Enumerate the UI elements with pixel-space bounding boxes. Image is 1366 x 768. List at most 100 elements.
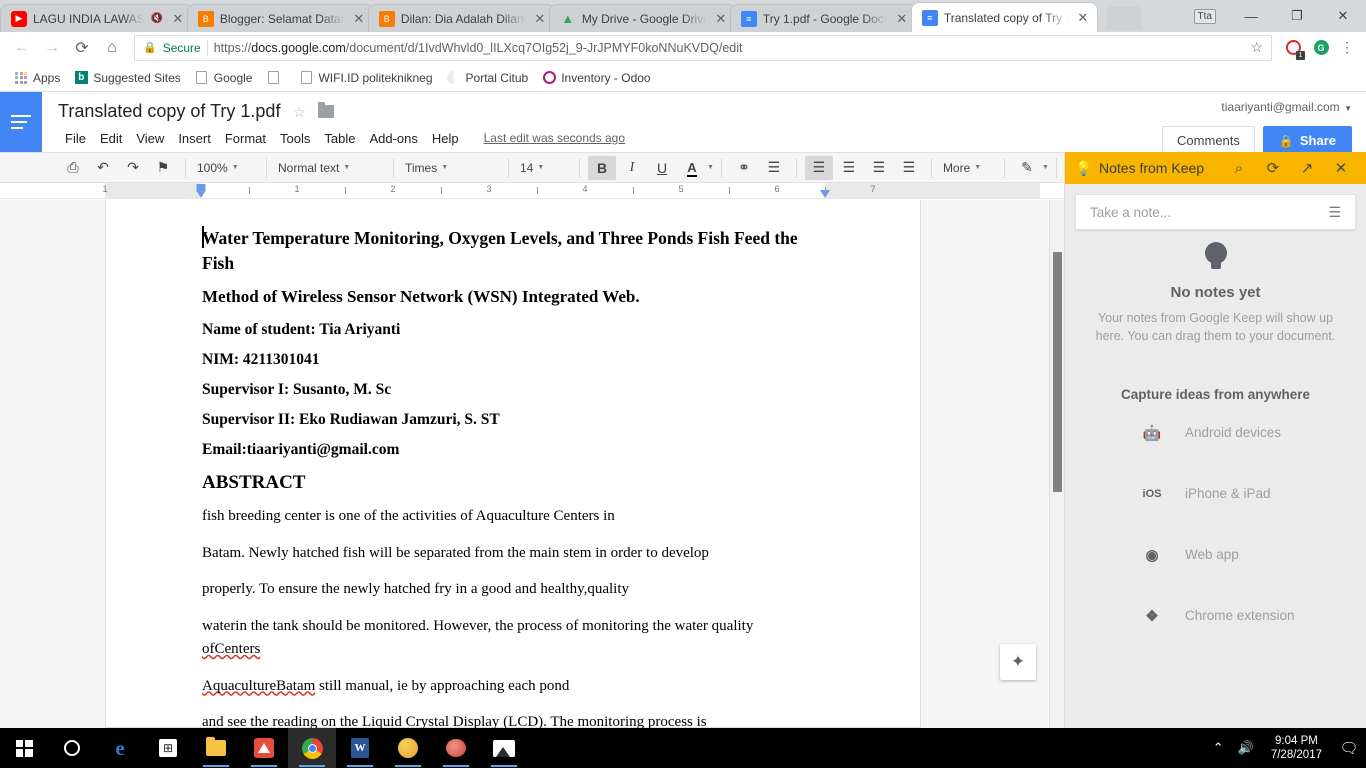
snipping-tool-button[interactable] — [432, 728, 480, 768]
new-tab-button[interactable] — [1105, 6, 1142, 30]
browser-tab-3[interactable]: B Dilan: Dia Adalah Dilanku ✕ — [367, 4, 555, 32]
opera-extension-icon[interactable]: 1 — [1280, 35, 1306, 61]
insert-link-icon[interactable]: ⚭ — [730, 156, 758, 180]
chrome-menu-icon[interactable]: ⋮ — [1336, 39, 1358, 56]
print-icon[interactable]: ⎙ — [59, 156, 87, 180]
undo-icon[interactable]: ↶ — [89, 156, 117, 180]
comments-button[interactable]: Comments — [1162, 126, 1255, 155]
back-icon[interactable]: ← — [8, 34, 36, 62]
menu-tools[interactable]: Tools — [273, 128, 317, 149]
tab-close-icon[interactable]: ✕ — [532, 11, 548, 27]
show-hidden-icons-chevron-icon[interactable]: ⌃ — [1206, 740, 1231, 756]
close-icon[interactable]: ✕ — [1324, 152, 1358, 184]
search-icon[interactable]: ⌕ — [1222, 152, 1256, 184]
scrollbar-thumb[interactable] — [1053, 252, 1062, 492]
bookmark-portal-citub[interactable]: Portal Citub — [441, 68, 535, 88]
docs-home-menu-icon[interactable] — [0, 92, 42, 152]
align-justify-icon[interactable]: ☰ — [895, 156, 923, 180]
menu-view[interactable]: View — [129, 128, 171, 149]
chevron-down-icon[interactable]: ▼ — [707, 164, 714, 171]
menu-edit[interactable]: Edit — [93, 128, 129, 149]
cortana-search-button[interactable] — [48, 728, 96, 768]
bookmark-wifi-id[interactable]: WIFI.ID politeknikneg — [293, 68, 438, 88]
align-left-icon[interactable]: ☰ — [804, 155, 833, 180]
bookmark-star-icon[interactable]: ☆ — [1250, 39, 1263, 56]
document-scrollbar[interactable] — [1049, 200, 1064, 728]
google-drive-button[interactable] — [240, 728, 288, 768]
account-email[interactable]: tiaariyanti@gmail.com — [1221, 100, 1339, 114]
open-in-new-icon[interactable]: ↗ — [1290, 152, 1324, 184]
tab-close-icon[interactable]: ✕ — [170, 11, 186, 27]
browser-tab-1[interactable]: ▶ LAGU INDIA LAWAS 🔇 ✕ — [0, 4, 193, 32]
paragraph-style-select[interactable]: Normal text ▼ — [274, 156, 386, 180]
reload-icon[interactable]: ⟳ — [68, 34, 96, 62]
document-canvas[interactable]: Water Temperature Monitoring, Oxygen Lev… — [0, 200, 1064, 728]
refresh-icon[interactable]: ⟳ — [1256, 152, 1290, 184]
maximize-button[interactable]: ❐ — [1274, 0, 1320, 32]
chrome-button[interactable] — [288, 728, 336, 768]
tab-close-icon[interactable]: ✕ — [351, 11, 367, 27]
font-size-select[interactable]: 14 ▼ — [516, 156, 572, 180]
editing-mode-icon[interactable]: ✎ — [1013, 156, 1041, 180]
word-button[interactable]: W — [336, 728, 384, 768]
font-family-select[interactable]: Times ▼ — [401, 156, 501, 180]
clock[interactable]: 9:04 PM 7/28/2017 — [1261, 734, 1332, 762]
second-extension-icon[interactable]: G — [1308, 35, 1334, 61]
document-page[interactable]: Water Temperature Monitoring, Oxygen Lev… — [105, 200, 921, 728]
italic-button[interactable]: I — [618, 156, 646, 180]
page-title[interactable]: Translated copy of Try 1.pdf — [58, 101, 280, 122]
right-indent-handle[interactable] — [820, 190, 830, 198]
tab-close-icon[interactable]: ✕ — [713, 11, 729, 27]
zoom-select[interactable]: 100% ▼ — [193, 156, 259, 180]
menu-file[interactable]: File — [58, 128, 93, 149]
share-button[interactable]: 🔒 Share — [1262, 126, 1352, 155]
bookmark-google[interactable]: Google — [189, 68, 259, 88]
browser-tab-2[interactable]: B Blogger: Selamat Datang ✕ — [186, 4, 374, 32]
edge-button[interactable]: e — [96, 728, 144, 768]
align-right-icon[interactable]: ☰ — [865, 156, 893, 180]
platform-row-webapp[interactable]: ◉ Web app — [1065, 524, 1366, 585]
paint-button[interactable] — [384, 728, 432, 768]
text-color-button[interactable]: A — [678, 156, 706, 180]
tab-mute-icon[interactable]: 🔇 — [151, 13, 164, 24]
bold-button[interactable]: B — [588, 155, 616, 180]
close-button[interactable]: ✕ — [1320, 0, 1366, 32]
platform-row-ios[interactable]: iOS iPhone & iPad — [1065, 463, 1366, 524]
browser-tab-4[interactable]: ▲ My Drive - Google Drive ✕ — [548, 4, 736, 32]
address-bar[interactable]: 🔒 Secure https://docs.google.com/documen… — [134, 34, 1272, 61]
star-icon[interactable]: ☆ — [292, 103, 305, 121]
tab-close-icon[interactable]: ✕ — [1075, 10, 1091, 26]
explore-button[interactable]: ✦ — [1000, 644, 1036, 680]
chevron-down-icon[interactable]: ▼ — [1344, 104, 1352, 113]
menu-help[interactable]: Help — [425, 128, 466, 149]
menu-insert[interactable]: Insert — [171, 128, 218, 149]
menu-format[interactable]: Format — [218, 128, 273, 149]
browser-tab-5[interactable]: ≡ Try 1.pdf - Google Docs ✕ — [729, 4, 917, 32]
paint-format-icon[interactable]: ⚑ — [149, 156, 177, 180]
platform-row-android[interactable]: 🤖 Android devices — [1065, 402, 1366, 463]
bookmark-inventory-odoo[interactable]: Inventory - Odoo — [536, 68, 656, 88]
tab-close-icon[interactable]: ✕ — [894, 11, 910, 27]
file-explorer-button[interactable] — [192, 728, 240, 768]
action-center-icon[interactable]: 🗨 — [1332, 739, 1366, 757]
bookmark-suggested-sites[interactable]: b Suggested Sites — [68, 68, 186, 88]
left-indent-handle[interactable] — [196, 190, 206, 198]
platform-row-chrome-extension[interactable]: ❖ Chrome extension — [1065, 585, 1366, 646]
volume-icon[interactable]: 🔊 — [1231, 740, 1261, 756]
bookmark-apps[interactable]: Apps — [8, 68, 66, 88]
underline-button[interactable]: U — [648, 156, 676, 180]
home-icon[interactable]: ⌂ — [98, 34, 126, 62]
microsoft-store-button[interactable] — [144, 728, 192, 768]
checklist-icon[interactable]: ☰ — [1328, 204, 1341, 221]
redo-icon[interactable]: ↷ — [119, 156, 147, 180]
forward-icon[interactable]: → — [38, 34, 66, 62]
minimize-button[interactable]: — — [1228, 0, 1274, 32]
move-to-folder-icon[interactable] — [317, 102, 334, 118]
menu-table[interactable]: Table — [317, 128, 362, 149]
bookmark-untitled[interactable] — [260, 68, 291, 88]
chevron-down-icon[interactable]: ▼ — [1042, 164, 1049, 171]
ime-indicator[interactable]: Tta — [1193, 8, 1216, 24]
last-edit-status[interactable]: Last edit was seconds ago — [476, 128, 633, 149]
align-center-icon[interactable]: ☰ — [835, 156, 863, 180]
add-comment-icon[interactable]: ☰ — [760, 156, 788, 180]
